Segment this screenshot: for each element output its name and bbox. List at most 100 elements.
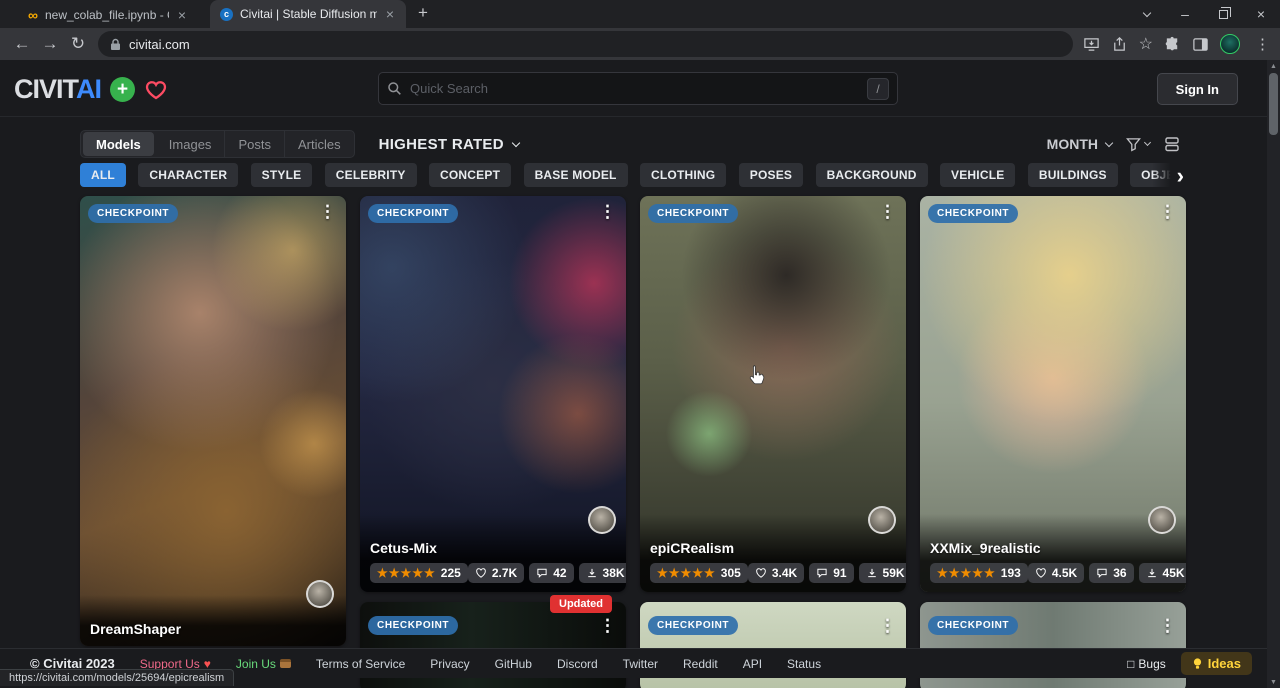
footer-link-discord[interactable]: Discord (557, 657, 598, 671)
close-window-button[interactable]: × (1242, 0, 1280, 28)
chip-background[interactable]: BACKGROUND (816, 163, 928, 187)
minimize-button[interactable]: – (1166, 0, 1204, 28)
footer-link-reddit[interactable]: Reddit (683, 657, 718, 671)
rating-pill[interactable]: ★★★★★193 (930, 563, 1028, 583)
chip-character[interactable]: CHARACTER (138, 163, 238, 187)
address-bar[interactable]: civitai.com (98, 31, 1073, 57)
share-icon[interactable] (1111, 36, 1128, 53)
card-menu-icon[interactable]: ⋮ (315, 200, 340, 224)
sign-in-button[interactable]: Sign In (1157, 73, 1238, 105)
rating-pill[interactable]: ★★★★★225 (370, 563, 468, 583)
comment-icon (1096, 567, 1108, 579)
creator-avatar[interactable] (1148, 506, 1176, 534)
likes-pill[interactable]: 3.4K (748, 563, 804, 583)
browser-menu-icon[interactable]: ⋮ (1251, 35, 1274, 53)
download-icon (866, 567, 878, 579)
page-scrollbar[interactable]: ▲ ▼ (1267, 60, 1280, 688)
card-menu-icon[interactable]: ⋮ (1155, 614, 1180, 638)
creator-avatar[interactable] (588, 506, 616, 534)
comments-pill[interactable]: 42 (529, 563, 573, 583)
close-tab-icon[interactable]: × (384, 7, 396, 21)
chip-buildings[interactable]: BUILDINGS (1028, 163, 1118, 187)
chip-style[interactable]: STYLE (251, 163, 313, 187)
chip-base-model[interactable]: BASE MODEL (524, 163, 628, 187)
civitai-logo[interactable]: CIVITAI + (14, 74, 168, 105)
footer-link-terms[interactable]: Terms of Service (316, 657, 405, 671)
card-menu-icon[interactable]: ⋮ (595, 614, 620, 638)
ideas-button[interactable]: Ideas (1181, 652, 1252, 675)
favorites-heart-icon[interactable] (144, 79, 168, 101)
content-type-tabs: Models Images Posts Articles (80, 130, 355, 158)
install-download-icon[interactable] (1083, 36, 1100, 53)
model-card-cetus-mix[interactable]: CHECKPOINT ⋮ Cetus-Mix ★★★★★225 2.7K 42 … (360, 196, 626, 592)
tab-civitai[interactable]: c Civitai | Stable Diffusion models, × (210, 0, 406, 28)
tab-articles[interactable]: Articles (285, 131, 354, 157)
gift-box-icon (280, 659, 291, 668)
footer-link-privacy[interactable]: Privacy (430, 657, 469, 671)
model-card-xxmix[interactable]: CHECKPOINT ⋮ XXMix_9realistic ★★★★★193 4… (920, 196, 1186, 592)
search-input[interactable] (410, 81, 859, 96)
tab-posts[interactable]: Posts (225, 131, 285, 157)
likes-pill[interactable]: 2.7K (468, 563, 524, 583)
layout-toggle-icon[interactable] (1164, 136, 1180, 152)
card-menu-icon[interactable]: ⋮ (1155, 200, 1180, 224)
scroll-down-icon[interactable]: ▼ (1267, 676, 1280, 688)
tab-models[interactable]: Models (83, 132, 154, 156)
filter-funnel-dropdown[interactable] (1126, 137, 1150, 152)
toolbar-icons: ☆ ⋮ (1083, 34, 1274, 54)
new-tab-button[interactable]: + (418, 3, 428, 23)
forward-button[interactable]: → (36, 34, 64, 54)
side-panel-icon[interactable] (1192, 36, 1209, 53)
card-menu-icon[interactable]: ⋮ (595, 200, 620, 224)
chip-celebrity[interactable]: CELEBRITY (325, 163, 417, 187)
chip-vehicle[interactable]: VEHICLE (940, 163, 1015, 187)
funnel-icon (1126, 137, 1141, 152)
create-plus-button[interactable]: + (110, 77, 135, 102)
model-grid: CHECKPOINT ⋮ DreamShaper CHECKPOINT ⋮ Ce… (80, 196, 1186, 688)
downloads-pill[interactable]: 38K (579, 563, 626, 583)
model-title: epiCRealism (650, 540, 896, 556)
model-card-epicrealism[interactable]: CHECKPOINT ⋮ epiCRealism ★★★★★305 3.4K 9… (640, 196, 906, 592)
chips-scroll-right-icon[interactable]: › (1152, 163, 1186, 188)
downloads-pill[interactable]: 45K (1139, 563, 1186, 583)
search-shortcut-key: / (867, 78, 889, 100)
footer-link-status[interactable]: Status (787, 657, 821, 671)
chip-poses[interactable]: POSES (739, 163, 803, 187)
download-icon (586, 567, 598, 579)
rating-pill[interactable]: ★★★★★305 (650, 563, 748, 583)
comments-pill[interactable]: 91 (809, 563, 853, 583)
profile-avatar[interactable] (1220, 34, 1240, 54)
logo-text: CIVITAI (14, 74, 101, 105)
chip-concept[interactable]: CONCEPT (429, 163, 511, 187)
back-button[interactable]: ← (8, 34, 36, 54)
restore-button[interactable] (1204, 0, 1242, 28)
footer-link-api[interactable]: API (743, 657, 762, 671)
chip-clothing[interactable]: CLOTHING (640, 163, 726, 187)
footer-link-join-us[interactable]: Join Us (236, 657, 291, 671)
search-bar[interactable]: / (378, 72, 898, 105)
bookmark-star-icon[interactable]: ☆ (1139, 34, 1153, 54)
bugs-link[interactable]: □Bugs (1127, 657, 1166, 671)
footer-link-twitter[interactable]: Twitter (623, 657, 658, 671)
model-card-dreamshaper[interactable]: CHECKPOINT ⋮ DreamShaper (80, 196, 346, 646)
tab-colab[interactable]: ∞ new_colab_file.ipynb - Colaborat × (18, 2, 198, 28)
card-menu-icon[interactable]: ⋮ (875, 200, 900, 224)
period-dropdown[interactable]: MONTH (1047, 136, 1112, 152)
checkpoint-badge: CHECKPOINT (368, 616, 458, 635)
sort-dropdown[interactable]: HIGHEST RATED (379, 136, 519, 153)
creator-avatar[interactable] (306, 580, 334, 608)
tab-images[interactable]: Images (156, 131, 226, 157)
footer-link-github[interactable]: GitHub (495, 657, 532, 671)
chip-all[interactable]: ALL (80, 163, 126, 187)
close-tab-icon[interactable]: × (176, 8, 188, 22)
card-menu-icon[interactable]: ⋮ (875, 614, 900, 638)
likes-pill[interactable]: 4.5K (1028, 563, 1084, 583)
reload-button[interactable]: ↻ (64, 34, 92, 54)
extensions-puzzle-icon[interactable] (1164, 36, 1181, 53)
tab-search-chevron-icon[interactable] (1128, 0, 1166, 28)
downloads-pill[interactable]: 59K (859, 563, 906, 583)
scroll-up-icon[interactable]: ▲ (1267, 60, 1280, 72)
scrollbar-thumb[interactable] (1269, 73, 1278, 135)
comments-pill[interactable]: 36 (1089, 563, 1133, 583)
creator-avatar[interactable] (868, 506, 896, 534)
